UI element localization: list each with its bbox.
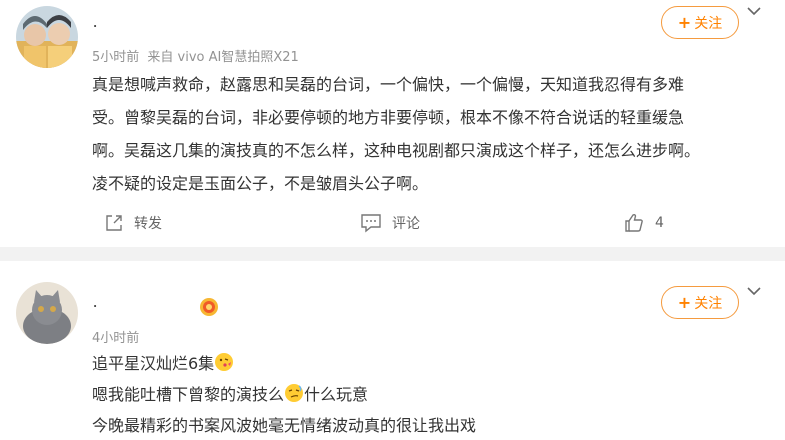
follow-button[interactable]: + 关注: [661, 286, 739, 319]
follow-label: 关注: [694, 295, 723, 312]
comment-line-text: 嗯我能吐槽下曾黎的演技么: [92, 385, 285, 404]
comment-line-text: 追平星汉灿烂6集: [92, 354, 215, 373]
comment-line-text: 今晚最精彩的书案风波她毫无情绪波动真的很让我出戏: [92, 416, 477, 435]
comment-line: 追平星汉灿烂6集: [92, 350, 234, 374]
avatar[interactable]: [16, 282, 78, 344]
smirk-face-emoji: [285, 384, 304, 402]
chevron-down-icon[interactable]: [746, 285, 762, 297]
kiss-face-emoji: [215, 353, 234, 371]
comment-card: ． 4小时前 + 关注 追平星汉灿烂6集 嗯我能吐槽下曾黎的演技么 什么玩意 今…: [0, 0, 785, 440]
comment-line: 今晚最精彩的书案风波她毫无情绪波动真的很让我出戏: [92, 412, 476, 436]
badge-icon: [200, 298, 218, 316]
username[interactable]: ．: [92, 292, 105, 311]
comment-line-text: 什么玩意: [304, 385, 369, 404]
comment-line: 嗯我能吐槽下曾黎的演技么 什么玩意: [92, 381, 368, 405]
post-time: 4小时前: [92, 331, 140, 346]
plus-icon: +: [677, 292, 692, 312]
